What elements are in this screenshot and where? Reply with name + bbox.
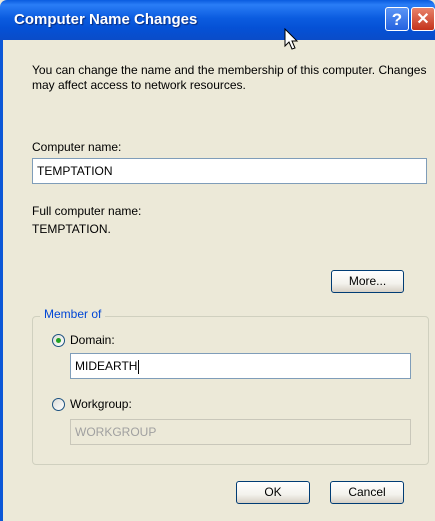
cancel-button[interactable]: Cancel <box>330 481 404 504</box>
full-computer-name-label: Full computer name: <box>32 204 142 218</box>
window-frame <box>0 40 3 521</box>
close-button[interactable]: ✕ <box>411 7 435 31</box>
computer-name-input[interactable]: TEMPTATION <box>32 158 427 184</box>
title-bar[interactable]: Computer Name Changes ? ✕ <box>0 0 435 40</box>
full-computer-name-value: TEMPTATION. <box>32 222 111 236</box>
description-text: You can change the name and the membersh… <box>32 63 427 92</box>
domain-value: MIDEARTH <box>75 359 138 373</box>
workgroup-radio[interactable] <box>52 398 65 411</box>
text-caret <box>138 359 140 374</box>
workgroup-input[interactable]: WORKGROUP <box>70 419 411 445</box>
more-button[interactable]: More... <box>331 270 404 293</box>
ok-button[interactable]: OK <box>236 481 310 504</box>
member-of-title: Member of <box>40 307 106 321</box>
computer-name-label: Computer name: <box>32 140 122 154</box>
domain-label: Domain: <box>70 333 115 347</box>
help-button[interactable]: ? <box>385 7 409 31</box>
domain-radio[interactable] <box>52 334 65 347</box>
mouse-cursor-icon <box>284 28 299 50</box>
window-title: Computer Name Changes <box>14 11 198 28</box>
domain-input[interactable]: MIDEARTH <box>70 353 411 379</box>
workgroup-label: Workgroup: <box>70 397 132 411</box>
